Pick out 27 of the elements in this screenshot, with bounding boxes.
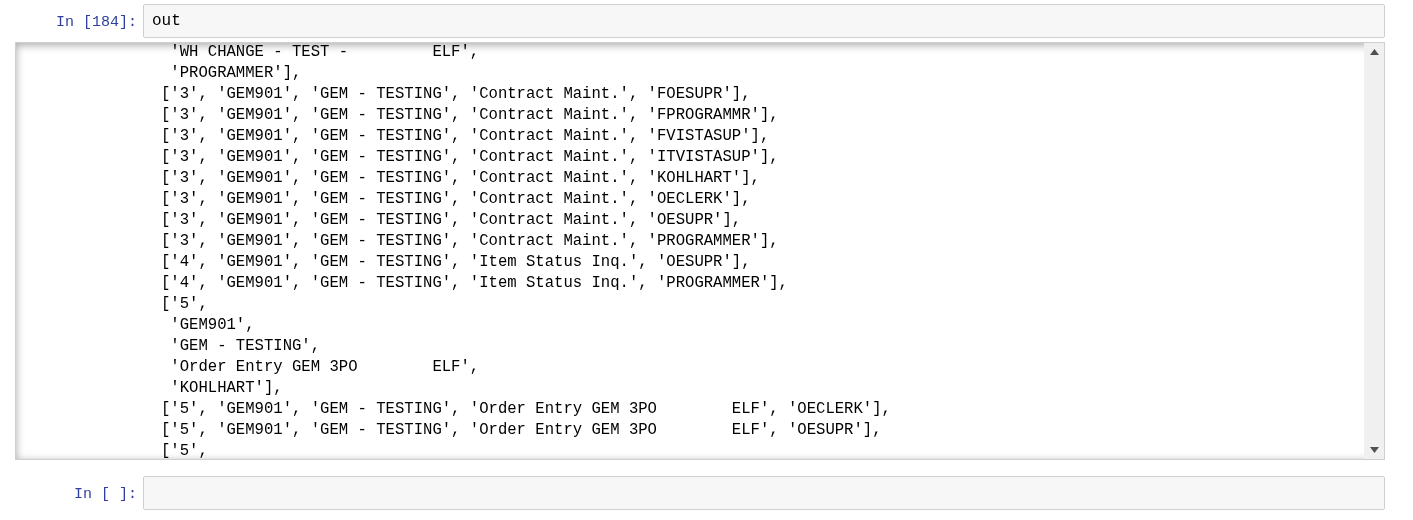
output-line: ['5', 'GEM901', 'GEM - TESTING', 'Order Entry GEM 3PO ELF', 'OESUPR'], [161, 420, 882, 441]
scroll-up-icon[interactable] [1369, 49, 1379, 55]
output-line: ['4', 'GEM901', 'GEM - TESTING', 'Item Status Inq.', 'OESUPR'], [161, 252, 751, 273]
output-line: ['4', 'GEM901', 'GEM - TESTING', 'Item Status Inq.', 'PROGRAMMER'], [161, 273, 788, 294]
input-prompt: In [184]: [56, 13, 137, 33]
output-line: ['3', 'GEM901', 'GEM - TESTING', 'Contract Maint.', 'OESUPR'], [161, 210, 742, 231]
output-line: 'GEM901', [169, 315, 255, 336]
output-line: 'KOHLHART'], [169, 378, 283, 399]
output-line: ['5', [161, 294, 208, 315]
scrollbar[interactable] [1364, 43, 1384, 459]
output-line: ['3', 'GEM901', 'GEM - TESTING', 'Contract Maint.', 'FOESUPR'], [161, 84, 751, 105]
output-line: ['3', 'GEM901', 'GEM - TESTING', 'Contract Maint.', 'OECLERK'], [161, 189, 751, 210]
input-prompt: In [ ]: [74, 485, 137, 505]
code-input-field[interactable]: out [143, 4, 1385, 38]
code-input-field[interactable] [143, 476, 1385, 510]
output-line: ['3', 'GEM901', 'GEM - TESTING', 'Contract Maint.', 'FVISTASUP'], [161, 126, 770, 147]
output-line: ['5', [161, 441, 208, 459]
output-line: 'PROGRAMMER'], [169, 63, 302, 84]
output-line: ['3', 'GEM901', 'GEM - TESTING', 'Contract Maint.', 'ITVISTASUP'], [161, 147, 779, 168]
output-line: ['3', 'GEM901', 'GEM - TESTING', 'Contract Maint.', 'KOHLHART'], [161, 168, 760, 189]
scroll-down-icon[interactable] [1369, 447, 1379, 453]
output-line: 'GEM - TESTING', [169, 336, 321, 357]
output-line: ['3', 'GEM901', 'GEM - TESTING', 'Contract Maint.', 'FPROGRAMMR'], [161, 105, 779, 126]
output-line: ['5', 'GEM901', 'GEM - TESTING', 'Order Entry GEM 3PO ELF', 'OECLERK'], [161, 399, 891, 420]
output-line: ['3', 'GEM901', 'GEM - TESTING', 'Contract Maint.', 'PROGRAMMER'], [161, 231, 779, 252]
output-line: 'Order Entry GEM 3PO ELF', [169, 357, 480, 378]
output-line: 'WH CHANGE - TEST - ELF', [169, 43, 480, 63]
